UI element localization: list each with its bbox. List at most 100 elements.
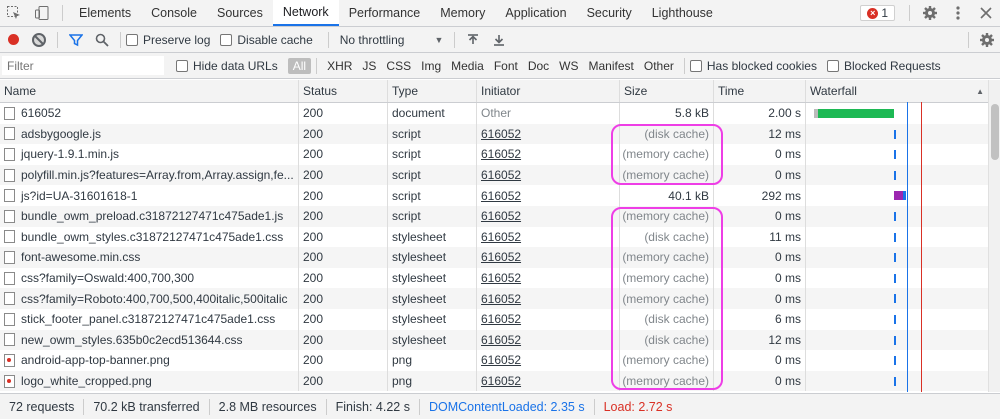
request-name-cell[interactable]: jquery-1.9.1.min.js — [0, 144, 299, 165]
request-initiator[interactable]: 616052 — [481, 312, 521, 326]
table-row[interactable]: stick_footer_panel.c31872127471c475ade1.… — [0, 308, 988, 330]
table-row[interactable]: bundle_owm_styles.c31872127471c475ade1.c… — [0, 226, 988, 248]
column-header-name[interactable]: Name — [0, 80, 299, 102]
waterfall-cell[interactable] — [806, 124, 988, 145]
table-row[interactable]: polyfill.min.js?features=Array.from,Arra… — [0, 164, 988, 186]
request-name-cell[interactable]: adsbygoogle.js — [0, 123, 299, 145]
waterfall-cell[interactable] — [806, 227, 988, 248]
table-row[interactable]: font-awesome.min.css 200 stylesheet 616052 (… — [0, 247, 988, 268]
scrollbar-thumb[interactable] — [991, 104, 999, 160]
request-initiator[interactable]: 616052 — [481, 189, 521, 203]
filter-type-ws[interactable]: WS — [554, 58, 583, 74]
export-har-button[interactable] — [486, 27, 512, 53]
request-initiator[interactable]: 616052 — [481, 271, 521, 285]
table-row[interactable]: css?family=Roboto:400,700,500,400italic,… — [0, 288, 988, 309]
column-header-waterfall[interactable]: Waterfall ▲ — [806, 80, 988, 102]
request-initiator-cell[interactable]: 616052 — [477, 350, 620, 371]
hide-data-urls-checkbox[interactable]: Hide data URLs — [176, 59, 278, 73]
request-initiator[interactable]: 616052 — [481, 353, 521, 367]
waterfall-cell[interactable] — [806, 268, 988, 289]
filter-type-img[interactable]: Img — [416, 58, 446, 74]
request-initiator-cell[interactable]: 616052 — [477, 370, 620, 392]
request-initiator-cell[interactable]: 616052 — [477, 123, 620, 145]
checkbox-box[interactable] — [689, 59, 702, 72]
record-button[interactable] — [0, 27, 26, 53]
filter-type-media[interactable]: Media — [446, 58, 489, 74]
filter-toggle-button[interactable] — [63, 27, 89, 53]
blocked-requests-checkbox[interactable]: Blocked Requests — [826, 59, 941, 73]
vertical-scrollbar[interactable] — [988, 80, 1000, 392]
request-initiator-cell[interactable]: 616052 — [477, 164, 620, 186]
request-name-cell[interactable]: 616052 — [0, 103, 299, 124]
tab-application[interactable]: Application — [495, 0, 576, 26]
column-header-status[interactable]: Status — [299, 80, 388, 102]
filter-type-other[interactable]: Other — [639, 58, 679, 74]
table-row[interactable]: jquery-1.9.1.min.js 200 script 616052 (memor… — [0, 144, 988, 165]
request-initiator[interactable]: 616052 — [481, 250, 521, 264]
column-header-time[interactable]: Time — [714, 80, 806, 102]
network-settings-button[interactable] — [974, 27, 1000, 53]
error-count-badge[interactable]: × 1 — [860, 5, 895, 21]
filter-type-all[interactable]: All — [287, 57, 312, 74]
waterfall-cell[interactable] — [806, 247, 988, 268]
filter-type-manifest[interactable]: Manifest — [584, 58, 639, 74]
tab-performance[interactable]: Performance — [339, 0, 431, 26]
column-header-size[interactable]: Size — [620, 80, 714, 102]
request-initiator[interactable]: 616052 — [481, 147, 521, 161]
column-header-type[interactable]: Type — [388, 80, 477, 102]
request-initiator-cell[interactable]: 616052 — [477, 205, 620, 227]
waterfall-cell[interactable] — [806, 371, 988, 392]
preserve-log-checkbox[interactable]: Preserve log — [126, 33, 210, 47]
more-options-icon[interactable] — [944, 0, 972, 26]
request-initiator[interactable]: 616052 — [481, 230, 521, 244]
device-toolbar-icon[interactable] — [28, 0, 56, 26]
request-initiator[interactable]: 616052 — [481, 209, 521, 223]
waterfall-cell[interactable] — [806, 144, 988, 165]
has-blocked-cookies-checkbox[interactable]: Has blocked cookies — [689, 59, 817, 73]
clear-button[interactable] — [26, 27, 52, 53]
request-initiator-cell[interactable]: 616052 — [477, 144, 620, 165]
waterfall-cell[interactable] — [806, 350, 988, 371]
request-name-cell[interactable]: font-awesome.min.css — [0, 247, 299, 268]
filter-type-js[interactable]: JS — [357, 58, 381, 74]
request-name-cell[interactable]: bundle_owm_styles.c31872127471c475ade1.c… — [0, 226, 299, 248]
request-name-cell[interactable]: logo_white_cropped.png — [0, 370, 299, 392]
table-row[interactable]: android-app-top-banner.png 200 png 616052 (m… — [0, 350, 988, 371]
table-row[interactable]: js?id=UA-31601618-1 200 script 616052 40.1 k… — [0, 185, 988, 206]
close-icon[interactable] — [972, 0, 1000, 26]
request-name-cell[interactable]: android-app-top-banner.png — [0, 350, 299, 371]
filter-input[interactable] — [2, 56, 164, 75]
request-initiator[interactable]: 616052 — [481, 374, 521, 388]
tab-console[interactable]: Console — [141, 0, 207, 26]
waterfall-cell[interactable] — [806, 206, 988, 227]
filter-type-xhr[interactable]: XHR — [322, 58, 357, 74]
import-har-button[interactable] — [460, 27, 486, 53]
waterfall-cell[interactable] — [806, 165, 988, 186]
disable-cache-checkbox[interactable]: Disable cache — [220, 33, 313, 47]
waterfall-cell[interactable] — [806, 185, 988, 206]
table-row[interactable]: new_owm_styles.635b0c2ecd513644.css 200st… — [0, 329, 988, 351]
request-initiator-cell[interactable]: 616052 — [477, 185, 620, 206]
request-initiator-cell[interactable]: 616052 — [477, 308, 620, 330]
inspect-element-icon[interactable] — [0, 0, 28, 26]
gear-icon[interactable] — [916, 0, 944, 26]
table-row[interactable]: adsbygoogle.js 200 script 616052 (disk cache… — [0, 123, 988, 145]
checkbox-box[interactable] — [220, 33, 233, 46]
request-initiator[interactable]: 616052 — [481, 168, 521, 182]
tab-security[interactable]: Security — [577, 0, 642, 26]
request-initiator-cell[interactable]: 616052 — [477, 329, 620, 351]
request-name-cell[interactable]: stick_footer_panel.c31872127471c475ade1.… — [0, 308, 299, 330]
filter-type-css[interactable]: CSS — [381, 58, 416, 74]
table-row[interactable]: bundle_owm_preload.c31872127471c475ade1.… — [0, 205, 988, 227]
request-initiator-cell[interactable]: 616052 — [477, 226, 620, 248]
table-row[interactable]: logo_white_cropped.png 200 png 616052 (memor… — [0, 370, 988, 392]
column-header-initiator[interactable]: Initiator — [477, 80, 620, 102]
filter-type-doc[interactable]: Doc — [523, 58, 554, 74]
request-name-cell[interactable]: css?family=Roboto:400,700,500,400italic,… — [0, 288, 299, 309]
table-row[interactable]: css?family=Oswald:400,700,300 200 styleshe… — [0, 267, 988, 289]
table-row[interactable]: 616052 200 document Other 5.8 kB 2.00 s — [0, 103, 988, 124]
waterfall-cell[interactable] — [806, 103, 988, 124]
tab-network[interactable]: Network — [272, 0, 339, 26]
request-name-cell[interactable]: css?family=Oswald:400,700,300 — [0, 267, 299, 289]
request-name-cell[interactable]: new_owm_styles.635b0c2ecd513644.css — [0, 329, 299, 351]
